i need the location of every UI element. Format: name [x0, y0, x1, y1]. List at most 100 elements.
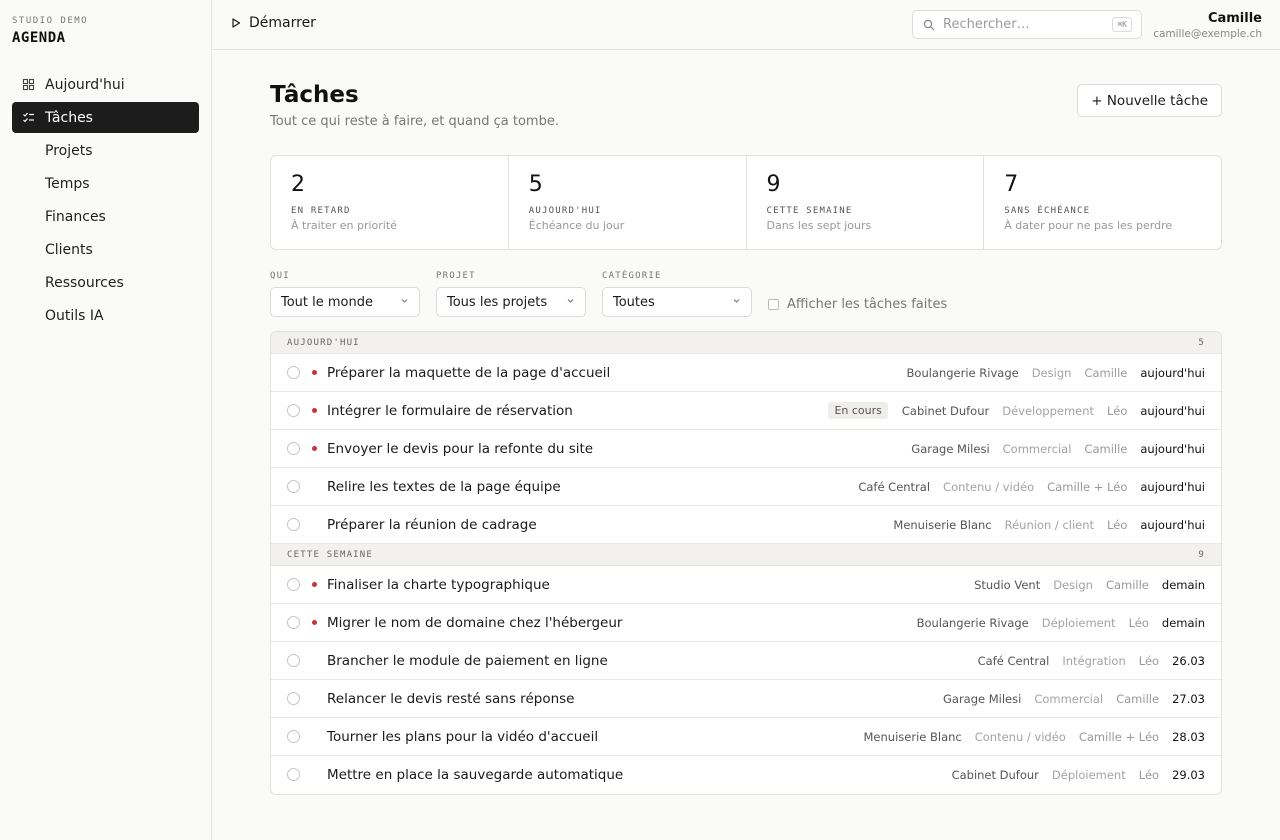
- task-complete-checkbox[interactable]: [287, 366, 300, 379]
- task-meta: Garage Milesi Commercial Camille aujourd'hu…: [911, 430, 1205, 467]
- task-complete-checkbox[interactable]: [287, 730, 300, 743]
- task-assignee: Camille + Léo: [1047, 479, 1128, 494]
- priority-dot-icon: [312, 446, 317, 451]
- group-count: 9: [1198, 549, 1205, 560]
- task-title: Mettre en place la sauvegarde automatiqu…: [327, 767, 624, 783]
- task-complete-checkbox[interactable]: [287, 768, 300, 781]
- sidebar-item-ressources[interactable]: Ressources: [12, 267, 199, 298]
- task-row[interactable]: Migrer le nom de domaine chez l'hébergeu…: [271, 604, 1221, 642]
- stat-card: 7 SANS ÉCHÉANCE À dater pour ne pas les pe…: [984, 156, 1221, 249]
- sidebar-item-label: Tâches: [45, 109, 93, 126]
- user-name: Camille: [1207, 11, 1262, 26]
- task-meta: Boulangerie Rivage Design Camille aujourd'h…: [907, 354, 1205, 391]
- brand-app-name: AGENDA: [12, 30, 66, 46]
- search-input[interactable]: [943, 17, 1103, 32]
- task-complete-checkbox[interactable]: [287, 480, 300, 493]
- user-icon: [22, 243, 35, 256]
- task-assignee: Léo: [1107, 517, 1128, 532]
- show-done-toggle[interactable]: Afficher les tâches faites: [768, 297, 947, 312]
- task-complete-checkbox[interactable]: [287, 518, 300, 531]
- task-due-date: 29.03: [1172, 767, 1205, 782]
- task-meta: Menuiserie Blanc Contenu / vidéo Camille +…: [864, 718, 1206, 755]
- task-client: Menuiserie Blanc: [863, 729, 962, 744]
- task-row[interactable]: Brancher le module de paiement en ligne C…: [271, 642, 1221, 680]
- task-category: Design: [1031, 365, 1072, 380]
- task-row[interactable]: Relancer le devis resté sans réponse Gara…: [271, 680, 1221, 718]
- sidebar-item-label: Clients: [45, 241, 93, 258]
- stat-description: Échéance du jour: [528, 219, 625, 232]
- task-row[interactable]: Préparer la réunion de cadrage Menuiserie…: [271, 506, 1221, 544]
- task-meta: Garage Milesi Commercial Camille 27.03: [943, 680, 1205, 717]
- task-row[interactable]: Envoyer le devis pour la refonte du site…: [271, 430, 1221, 468]
- task-row[interactable]: Tourner les plans pour la vidéo d'accuei…: [271, 718, 1221, 756]
- task-row[interactable]: Finaliser la charte typographique Studio …: [271, 566, 1221, 604]
- task-client: Garage Milesi: [911, 441, 990, 456]
- task-category: Intégration: [1062, 653, 1126, 668]
- folder-icon: [22, 144, 35, 157]
- task-complete-checkbox[interactable]: [287, 654, 300, 667]
- checklist-icon: [22, 111, 35, 124]
- sidebar: STUDIO DEMO AGENDA Aujourd'hui Tâches Proj…: [0, 0, 212, 840]
- task-row[interactable]: Relire les textes de la page équipe Café …: [271, 468, 1221, 506]
- task-title: Envoyer le devis pour la refonte du site: [327, 441, 594, 457]
- task-category: Design: [1053, 577, 1093, 592]
- sidebar-item-finances[interactable]: Finances: [12, 201, 199, 232]
- filter-who: QUI Tout le monde: [270, 271, 420, 317]
- task-category: Contenu / vidéo: [943, 479, 1035, 494]
- priority-dot-icon: [312, 370, 317, 375]
- chevron-down-icon: [733, 299, 740, 303]
- priority-dot-icon: [312, 620, 317, 625]
- task-meta: Cabinet Dufour Déploiement Léo 29.03: [952, 756, 1205, 793]
- task-due-date: aujourd'hui: [1140, 517, 1205, 532]
- task-client: Garage Milesi: [942, 691, 1022, 706]
- task-complete-checkbox[interactable]: [287, 616, 300, 629]
- task-due-date: 26.03: [1172, 653, 1205, 668]
- task-row[interactable]: Intégrer le formulaire de réservation En …: [271, 392, 1221, 430]
- sidebar-item-aujourd-hui[interactable]: Aujourd'hui: [12, 69, 199, 100]
- task-row[interactable]: Mettre en place la sauvegarde automatiqu…: [271, 756, 1221, 794]
- play-icon: [232, 18, 241, 28]
- task-category: Commercial: [1034, 691, 1104, 706]
- task-client: Cabinet Dufour: [901, 403, 990, 418]
- task-due-date: demain: [1161, 615, 1205, 630]
- task-complete-checkbox[interactable]: [287, 692, 300, 705]
- task-title: Brancher le module de paiement en ligne: [327, 653, 608, 669]
- brand-workspace: STUDIO DEMO: [12, 16, 89, 26]
- task-due-date: aujourd'hui: [1140, 441, 1205, 456]
- task-row[interactable]: Préparer la maquette de la page d'accuei…: [271, 354, 1221, 392]
- priority-dot-icon: [312, 408, 317, 413]
- user-menu[interactable]: Camille camille@exemple.ch: [1153, 11, 1262, 40]
- task-title: Relancer le devis resté sans réponse: [327, 691, 575, 707]
- task-client: Café Central: [977, 653, 1050, 668]
- user-email: camille@exemple.ch: [1153, 28, 1262, 40]
- filter-category-select[interactable]: Toutes: [602, 287, 752, 317]
- task-title: Préparer la maquette de la page d'accuei…: [327, 365, 611, 381]
- show-done-checkbox[interactable]: [768, 299, 779, 310]
- new-task-button[interactable]: + Nouvelle tâche: [1077, 84, 1222, 117]
- task-meta: Studio Vent Design Camille demain: [974, 566, 1205, 603]
- start-timer-button[interactable]: Démarrer: [231, 15, 316, 31]
- filter-who-select[interactable]: Tout le monde: [270, 287, 420, 317]
- search-box[interactable]: ⌘K: [912, 10, 1142, 39]
- filter-who-value: Tout le monde: [281, 294, 374, 310]
- group-count: 5: [1198, 337, 1205, 348]
- sidebar-item-clients[interactable]: Clients: [12, 234, 199, 265]
- stats-panel: 2 EN RETARD À traiter en priorité 5 AUJOURD'…: [270, 155, 1222, 250]
- sidebar-item-label: Temps: [45, 175, 90, 192]
- filter-project-select[interactable]: Tous les projets: [436, 287, 586, 317]
- search-icon: [923, 19, 935, 30]
- task-category: Déploiement: [1051, 767, 1126, 782]
- task-meta: Menuiserie Blanc Réunion / client Léo aujou…: [893, 506, 1205, 543]
- sidebar-item-temps[interactable]: Temps: [12, 168, 199, 199]
- task-complete-checkbox[interactable]: [287, 404, 300, 417]
- stat-value: 9: [766, 172, 781, 197]
- task-due-date: 27.03: [1172, 691, 1205, 706]
- filters-bar: QUI Tout le monde PROJET Tous les projet…: [270, 271, 1222, 321]
- sidebar-item-projets[interactable]: Projets: [12, 135, 199, 166]
- sidebar-item-outils-ia[interactable]: Outils IA: [12, 300, 199, 331]
- task-complete-checkbox[interactable]: [287, 578, 300, 591]
- task-complete-checkbox[interactable]: [287, 442, 300, 455]
- sidebar-item-taches[interactable]: Tâches: [12, 102, 199, 133]
- task-due-date: demain: [1161, 577, 1205, 592]
- task-assignee: Camille: [1105, 577, 1149, 592]
